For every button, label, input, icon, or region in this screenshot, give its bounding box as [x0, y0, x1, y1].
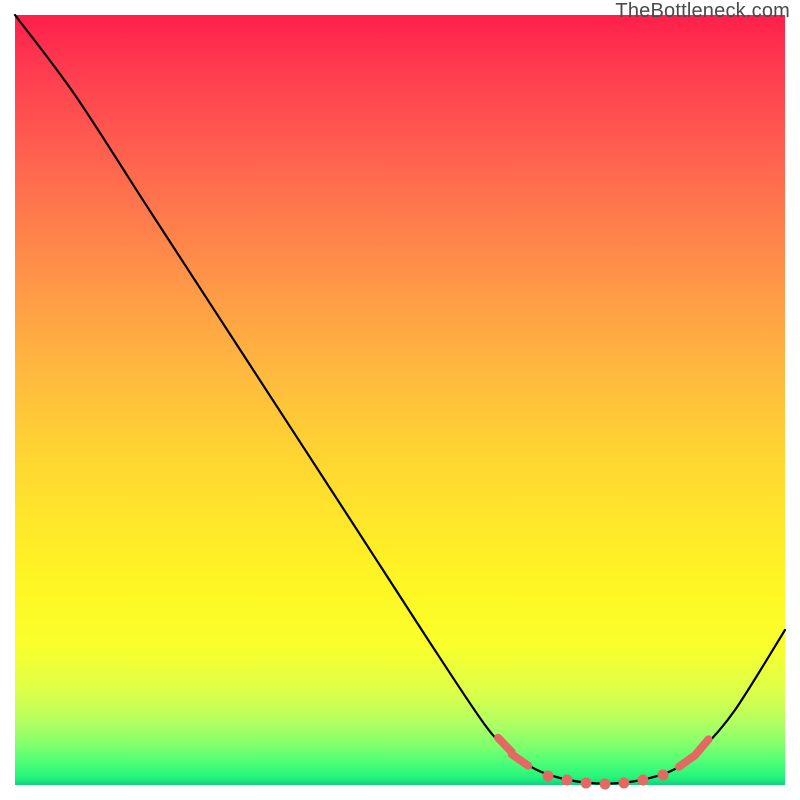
chart-container: TheBottleneck.com: [0, 0, 800, 800]
marker-dot: [638, 775, 649, 786]
bottleneck-curve: [15, 15, 785, 784]
marker-dot: [543, 771, 554, 782]
marker-dot: [658, 770, 669, 781]
marker-dot: [600, 779, 611, 790]
marker-dot: [581, 778, 592, 789]
marker-tick: [696, 739, 709, 754]
marker-tick: [512, 754, 528, 765]
marker-dot: [562, 775, 573, 786]
curve-svg: [15, 15, 785, 785]
watermark-text: TheBottleneck.com: [615, 0, 790, 23]
marker-dot: [619, 778, 630, 789]
plot-area: [15, 15, 785, 785]
marker-tick: [498, 738, 512, 752]
curve-markers: [498, 738, 708, 790]
